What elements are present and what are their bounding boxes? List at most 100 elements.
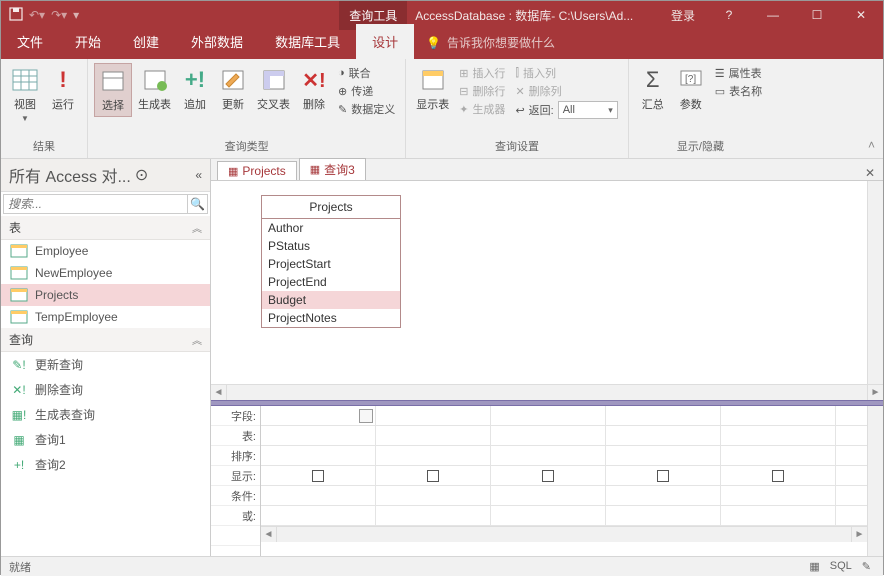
minimize-button[interactable]: — [751, 1, 795, 29]
query-design-upper[interactable]: Projects AuthorPStatusProjectStartProjec… [211, 181, 883, 400]
search-icon[interactable]: 🔍 [187, 195, 207, 213]
nav-table-item[interactable]: NewEmployee [1, 262, 210, 284]
field-list-item[interactable]: Budget [262, 291, 400, 309]
ribbon-collapse-button[interactable]: ˄ [860, 132, 883, 158]
select-query-button[interactable]: 选择 [94, 63, 132, 117]
nav-section-queries[interactable]: 查询︽ [1, 328, 210, 352]
delete-query-button[interactable]: ✕!删除 [296, 63, 332, 115]
nav-section-tables[interactable]: 表︽ [1, 216, 210, 240]
union-button[interactable]: ◑联合 [338, 65, 395, 81]
insertcol-icon: ⫿ [515, 67, 519, 80]
run-icon: ! [49, 66, 77, 94]
field-list-item[interactable]: Author [262, 219, 400, 237]
deleterow-button[interactable]: ⊟删除行 [459, 83, 505, 99]
quick-access-toolbar: ↶▾ ↷▾ ▾ [1, 7, 79, 24]
grid-cells[interactable]: ◄► [261, 406, 867, 556]
nav-table-item[interactable]: Projects [1, 284, 210, 306]
main-area: ▦Projects ▦查询3 ✕ Projects AuthorPStatusP… [211, 159, 883, 556]
field-list-item[interactable]: ProjectEnd [262, 273, 400, 291]
tab-home[interactable]: 开始 [59, 24, 117, 59]
status-text: 就绪 [9, 559, 31, 575]
showtable-button[interactable]: 显示表 [412, 63, 453, 115]
redo-icon[interactable]: ↷▾ [51, 8, 67, 22]
tab-external[interactable]: 外部数据 [175, 24, 259, 59]
nav-query-item[interactable]: +!查询2 [1, 452, 210, 477]
return-combo[interactable]: ↩返回:All▾ [515, 101, 617, 119]
tablenames-button[interactable]: ▭表名称 [715, 83, 762, 99]
shutter-icon[interactable]: « [195, 168, 202, 182]
tab-dbtools[interactable]: 数据库工具 [259, 24, 356, 59]
tab-file[interactable]: 文件 [1, 24, 59, 59]
update-button[interactable]: 更新 [215, 63, 251, 115]
view-design-icon[interactable]: ✎ [862, 560, 871, 573]
ribbon-group-querysetup: 显示表 ⊞插入行 ⊟删除行 ✦生成器 ⫿插入列 ✕删除列 ↩返回:All▾ 查询… [406, 59, 629, 158]
showtable-icon [419, 66, 447, 94]
builder-button[interactable]: ✦生成器 [459, 101, 505, 117]
help-button[interactable]: ? [707, 1, 751, 29]
tab-design[interactable]: 设计 [356, 24, 414, 59]
view-sql-button[interactable]: SQL [830, 560, 852, 573]
nav-table-item[interactable]: TempEmployee [1, 306, 210, 328]
search-input[interactable] [4, 195, 187, 213]
nav-table-item[interactable]: Employee [1, 240, 210, 262]
tell-me-search[interactable]: 💡告诉我你想要做什么 [414, 26, 567, 59]
append-button[interactable]: +!追加 [177, 63, 213, 115]
document-tabs: ▦Projects ▦查询3 ✕ [211, 159, 883, 181]
query-icon: ▦! [11, 408, 27, 422]
nav-pane-header[interactable]: 所有 Access 对...⊙ « [1, 159, 210, 192]
nav-query-item[interactable]: ▦查询1 [1, 427, 210, 452]
field-list-item[interactable]: ProjectStart [262, 255, 400, 273]
save-icon[interactable] [9, 7, 23, 24]
group-label-showhide: 显示/隐藏 [635, 136, 766, 158]
propsheet-button[interactable]: ☰属性表 [715, 65, 762, 81]
grid-h-scrollbar[interactable]: ◄► [261, 526, 867, 542]
view-datasheet-icon[interactable]: ▦ [809, 560, 819, 573]
doc-tab-query3[interactable]: ▦查询3 [299, 158, 366, 180]
nav-query-item[interactable]: ✕!删除查询 [1, 377, 210, 402]
query-icon: ▦ [310, 163, 320, 176]
field-list[interactable]: Projects AuthorPStatusProjectStartProjec… [261, 195, 401, 328]
maximize-button[interactable]: ☐ [795, 1, 839, 29]
run-button[interactable]: ! 运行 [45, 63, 81, 115]
table-icon [11, 310, 27, 324]
datadef-button[interactable]: ✎数据定义 [338, 101, 395, 117]
params-button[interactable]: [?]参数 [673, 63, 709, 115]
login-link[interactable]: 登录 [659, 7, 707, 24]
tab-close-button[interactable]: ✕ [857, 166, 883, 180]
nav-query-item[interactable]: ✎!更新查询 [1, 352, 210, 377]
append-icon: +! [181, 66, 209, 94]
table-icon: ▦ [228, 165, 238, 178]
tab-create[interactable]: 创建 [117, 24, 175, 59]
insertrow-button[interactable]: ⊞插入行 [459, 65, 505, 81]
insertcol-button[interactable]: ⫿插入列 [515, 65, 617, 81]
undo-icon[interactable]: ↶▾ [29, 8, 45, 22]
crosstab-button[interactable]: 交叉表 [253, 63, 294, 115]
scroll-right-icon[interactable]: ► [867, 385, 883, 400]
maketable-button[interactable]: 生成表 [134, 63, 175, 115]
grid-row-labels: 字段: 表: 排序: 显示: 条件: 或: [211, 406, 261, 556]
doc-tab-projects[interactable]: ▦Projects [217, 161, 297, 180]
field-list-item[interactable]: ProjectNotes [262, 309, 400, 327]
grid-v-scrollbar[interactable] [867, 406, 883, 556]
table-icon [11, 266, 27, 280]
view-button[interactable]: 视图 ▼ [7, 63, 43, 126]
scroll-right-icon[interactable]: ► [851, 527, 867, 542]
passthrough-button[interactable]: ⊕传递 [338, 83, 395, 99]
totals-button[interactable]: Σ汇总 [635, 63, 671, 115]
vertical-scrollbar[interactable] [867, 181, 883, 400]
chevron-up-icon: ︽ [192, 220, 202, 235]
status-bar: 就绪 ▦ SQL ✎ [1, 556, 883, 576]
scroll-left-icon[interactable]: ◄ [211, 385, 227, 400]
deletecol-button[interactable]: ✕删除列 [515, 83, 617, 99]
deletecol-icon: ✕ [515, 85, 524, 98]
qat-dropdown-icon[interactable]: ▾ [73, 8, 79, 22]
close-button[interactable]: ✕ [839, 1, 883, 29]
workspace: 所有 Access 对...⊙ « 🔍 表︽ EmployeeNewEmploy… [1, 159, 883, 556]
field-list-item[interactable]: PStatus [262, 237, 400, 255]
maketable-icon [141, 66, 169, 94]
scroll-left-icon[interactable]: ◄ [261, 527, 277, 542]
delete-query-icon: ✕! [300, 66, 328, 94]
nav-query-item[interactable]: ▦!生成表查询 [1, 402, 210, 427]
update-icon [219, 66, 247, 94]
horizontal-scrollbar[interactable]: ◄► [211, 384, 883, 400]
